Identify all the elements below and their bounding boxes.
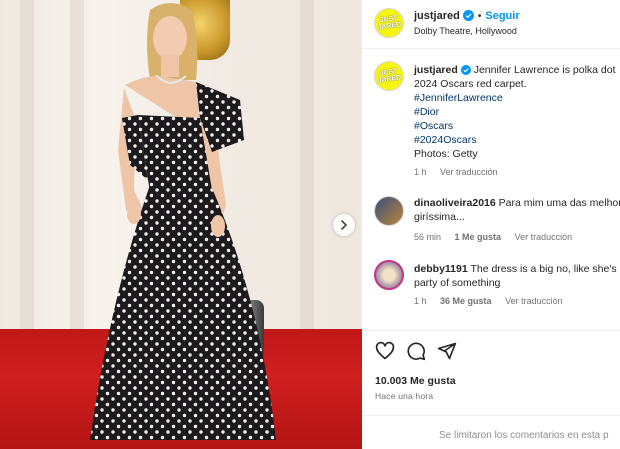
comment-username[interactable]: dinaoliveira2016	[414, 197, 496, 209]
caption-line: Jennifer Lawrence is polka dot	[473, 64, 616, 76]
avatar-logo-text: JUST JARED	[377, 67, 402, 85]
post-location[interactable]: Dolby Theatre, Hollywood	[414, 26, 517, 36]
post-actions: 10.003 Me gusta Hace una hora Se limitar…	[362, 330, 620, 449]
avatar-logo-text: JUST JARED	[377, 14, 402, 32]
translate-link[interactable]: Ver traducción	[440, 167, 498, 177]
caption-line: 2024 Oscars red carpet.	[414, 78, 527, 90]
heart-icon[interactable]	[375, 341, 395, 361]
next-photo-button[interactable]	[333, 214, 355, 236]
verified-badge-icon	[462, 10, 474, 21]
translate-link[interactable]: Ver traducción	[505, 296, 563, 306]
separator-dot: •	[477, 11, 482, 22]
comment-meta: 1 h 36 Me gusta Ver traducción	[414, 296, 574, 306]
hashtag-link[interactable]: #JenniferLawrence	[414, 91, 620, 105]
comment-likes[interactable]: 1 Me gusta	[455, 232, 502, 242]
caption-username[interactable]: justjared	[414, 64, 458, 76]
follow-button[interactable]: Seguir	[485, 10, 519, 22]
post-header: JUST JARED justjared • Seguir Dolby Theatr…	[362, 0, 620, 49]
commenter-avatar[interactable]	[374, 260, 404, 290]
comment-body: party of something	[414, 277, 501, 289]
caption-avatar[interactable]: JUST JARED	[374, 61, 404, 91]
post-timestamp[interactable]: Hace una hora	[375, 391, 433, 401]
comments-limited-notice: Se limitaron los comentarios en esta p	[362, 415, 620, 449]
post-photo[interactable]	[0, 0, 362, 449]
commenter-avatar[interactable]	[374, 196, 404, 226]
comment-body: Para mim uma das melhores	[498, 197, 620, 209]
hashtag-link[interactable]: #Dior	[414, 105, 620, 119]
caption-time[interactable]: 1 h	[414, 167, 427, 177]
caption-credit: Photos: Getty	[414, 148, 478, 160]
caption-meta: 1 h Ver traducción	[414, 167, 509, 177]
likes-count[interactable]: 10.003 Me gusta	[375, 375, 456, 387]
hashtag-link[interactable]: #Oscars	[414, 119, 620, 133]
comment-time[interactable]: 1 h	[414, 296, 427, 306]
comment-likes[interactable]: 36 Me gusta	[440, 296, 492, 306]
verified-badge-icon	[460, 65, 471, 75]
celebrity-figure	[90, 3, 276, 440]
comment-text: dinaoliveira2016 Para mim uma das melhor…	[414, 196, 620, 224]
hashtag-link[interactable]: #2024Oscars	[414, 133, 620, 147]
translate-link[interactable]: Ver traducción	[515, 232, 573, 242]
comment-username[interactable]: debby1191	[414, 263, 468, 275]
caption-text: justjared Jennifer Lawrence is polka dot…	[414, 63, 620, 161]
header-author-line: justjared • Seguir	[414, 10, 520, 22]
comment-body: The dress is a big no, like she's g	[470, 263, 620, 275]
comment-text: debby1191 The dress is a big no, like sh…	[414, 262, 620, 290]
author-avatar[interactable]: JUST JARED	[374, 8, 404, 38]
author-username[interactable]: justjared	[414, 10, 460, 22]
comment-bubble-icon[interactable]	[406, 341, 426, 361]
instagram-post-modal: JUST JARED justjared • Seguir Dolby Theatr…	[0, 0, 620, 449]
comment-meta: 56 min 1 Me gusta Ver traducción	[414, 232, 583, 242]
comment-time[interactable]: 56 min	[414, 232, 441, 242]
chevron-right-icon	[341, 220, 348, 230]
paper-plane-icon[interactable]	[437, 341, 457, 361]
post-side-panel: JUST JARED justjared • Seguir Dolby Theatr…	[362, 0, 620, 449]
comment-body: giríssima...	[414, 211, 465, 223]
